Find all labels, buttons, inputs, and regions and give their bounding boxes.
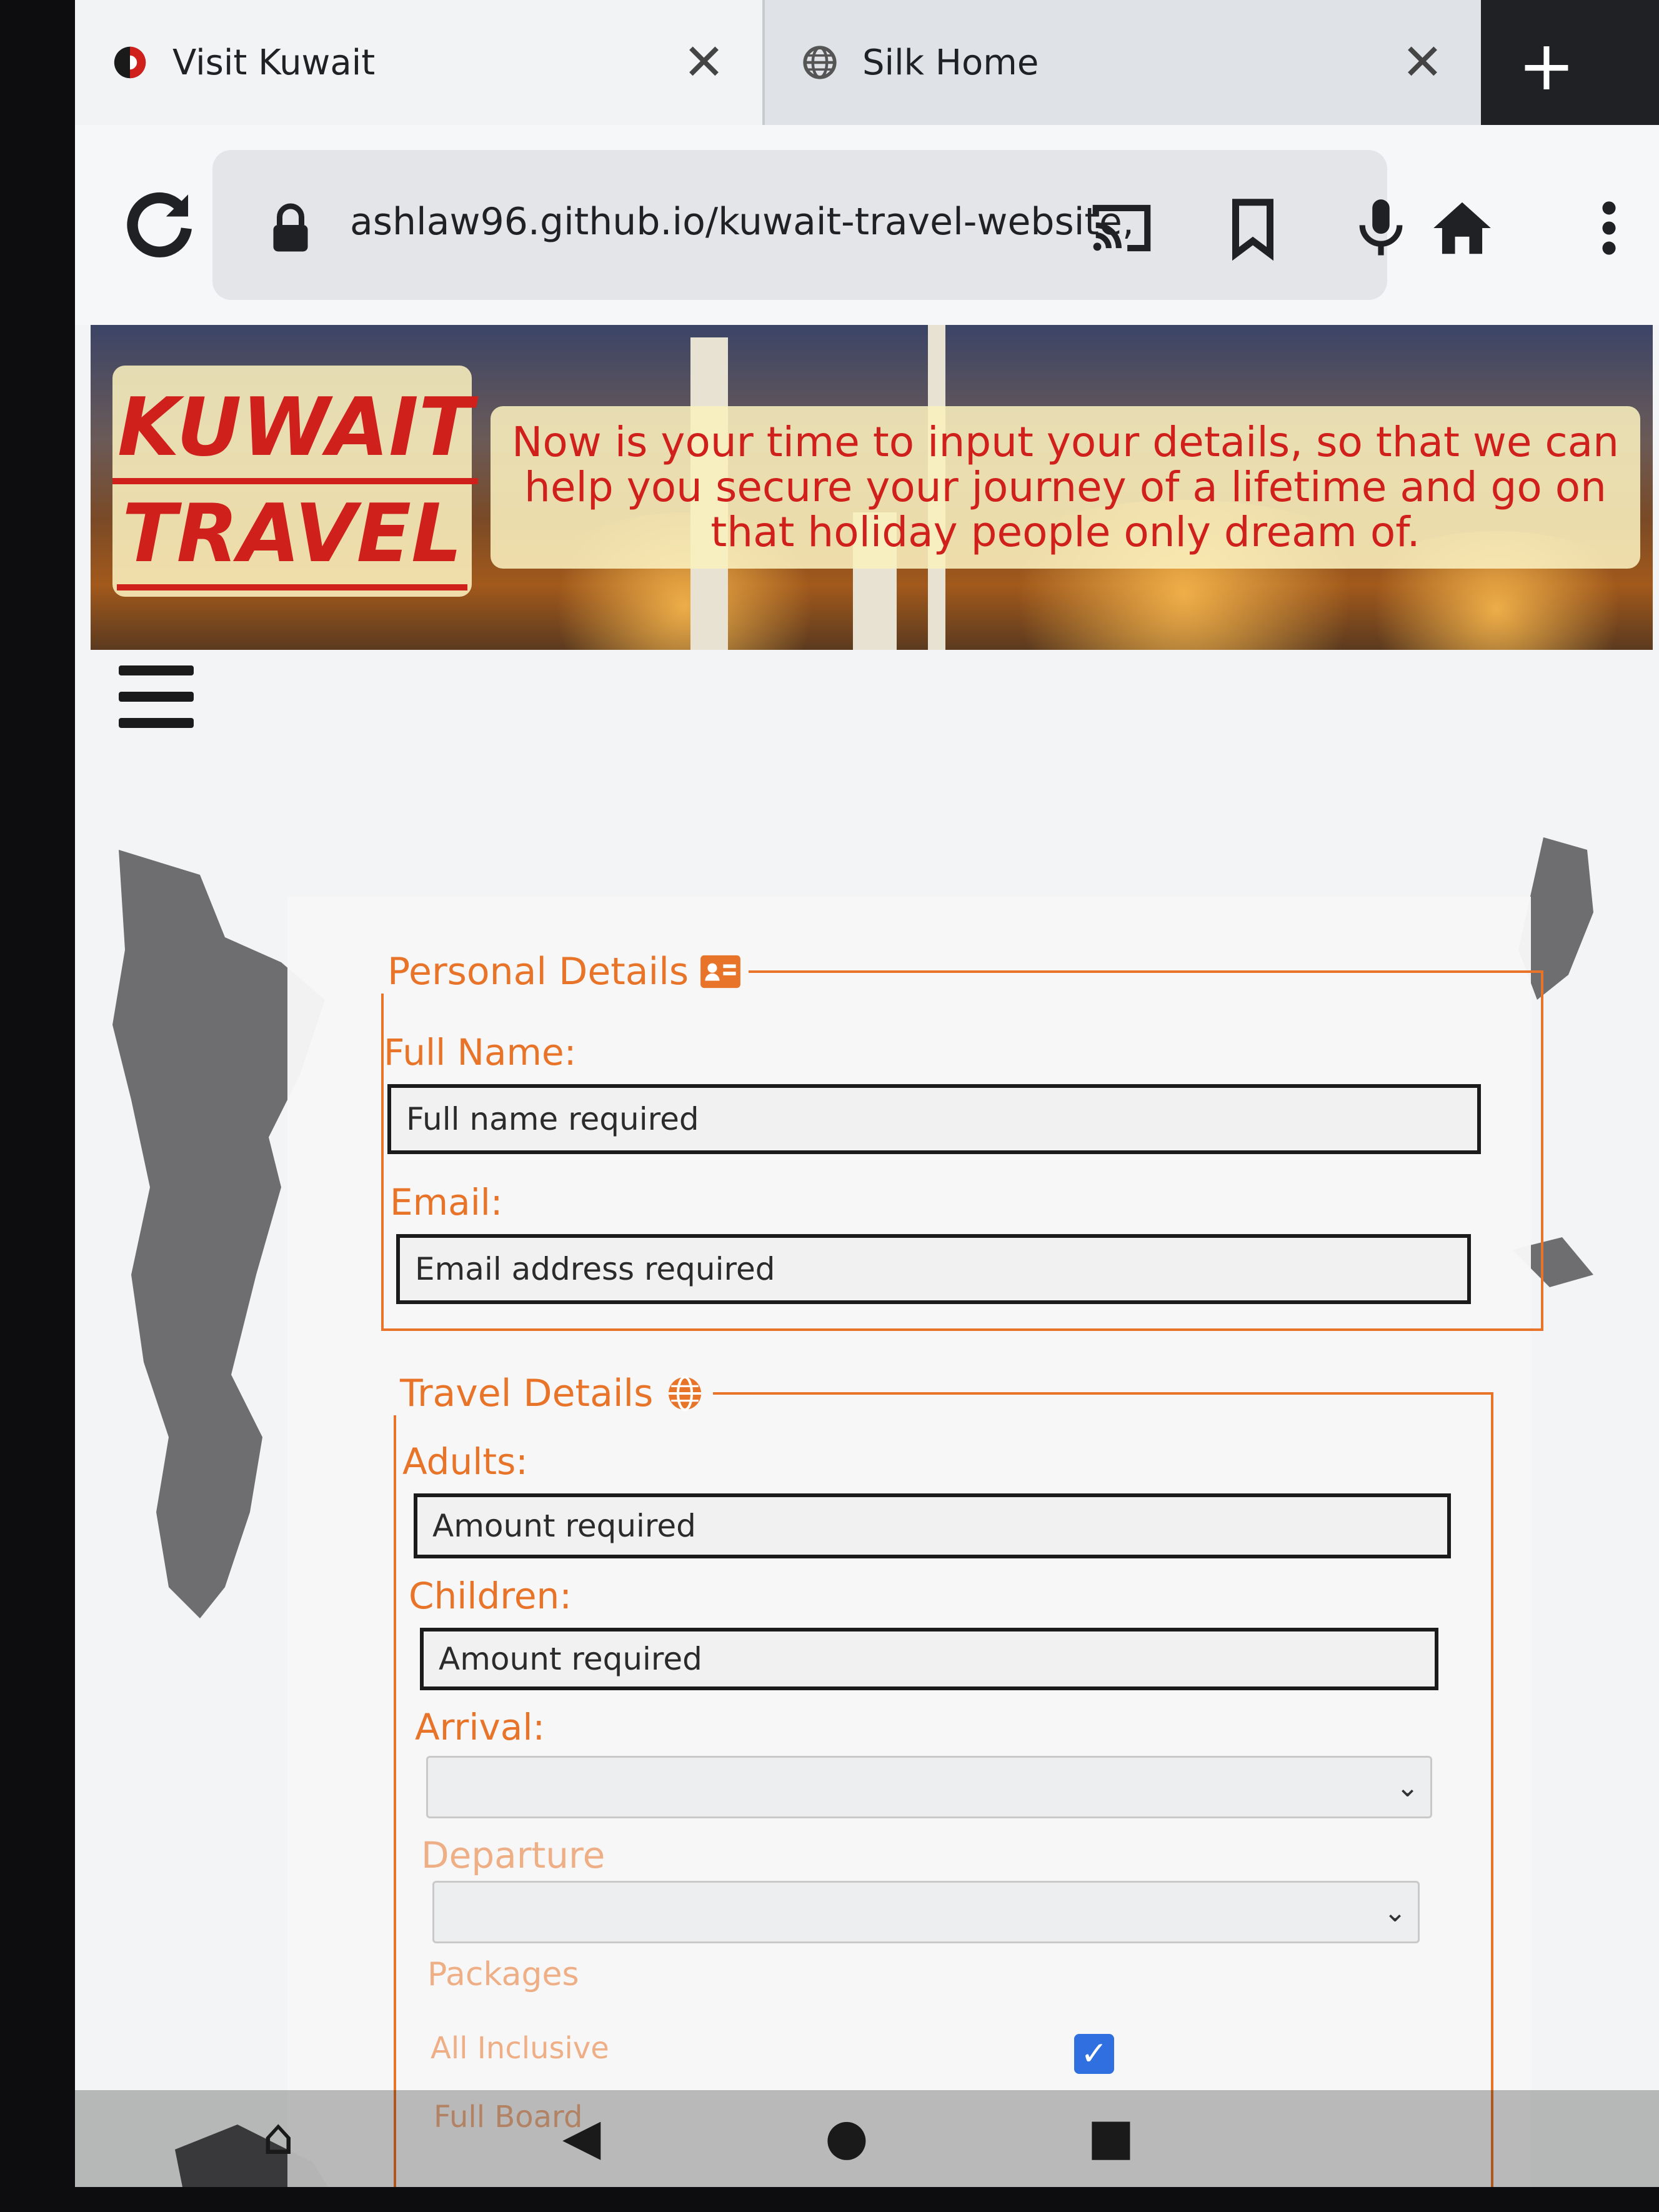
browser-toolbar: ashlaw96.github.io/kuwait-travel-website… [75, 125, 1659, 325]
arrival-label: Arrival: [415, 1706, 545, 1748]
home-icon[interactable] [1428, 194, 1497, 262]
arrival-select[interactable]: ⌄ [426, 1756, 1432, 1818]
children-label: Children: [409, 1575, 572, 1617]
site-logo[interactable]: KUWAIT TRAVEL [112, 366, 479, 597]
address-bar[interactable]: ashlaw96.github.io/kuwait-travel-website… [212, 150, 1403, 300]
all-inclusive-checkbox[interactable]: ✓ [1074, 2034, 1114, 2074]
kuwait-flag-icon [114, 46, 146, 79]
web-page: KUWAIT TRAVEL Now is your time to input … [75, 325, 1659, 2187]
home-button-icon[interactable]: ● [825, 2112, 869, 2162]
travel-details-title: Travel Details [400, 1372, 654, 1415]
accessibility-icon[interactable]: ⌂ [262, 2112, 294, 2162]
tab-strip: Visit Kuwait ✕ Silk Home ✕ + [75, 0, 1659, 125]
email-input[interactable]: Email address required [396, 1234, 1471, 1304]
travel-details-fieldset: Travel Details Adults: Amount required C… [394, 1372, 1493, 2187]
recents-icon[interactable]: ■ [1087, 2112, 1135, 2162]
tab-silk-home[interactable]: Silk Home ✕ [762, 0, 1481, 125]
url-text[interactable]: ashlaw96.github.io/kuwait-travel-website… [350, 200, 1162, 244]
globe-icon [669, 1375, 702, 1412]
chevron-down-icon: ⌄ [1396, 1771, 1419, 1803]
tab-title: Visit Kuwait [172, 42, 376, 83]
personal-details-fieldset: Personal Details Full Name: Full name re… [381, 950, 1543, 1331]
logo-line-travel: TRAVEL [117, 484, 467, 590]
tab-visit-kuwait[interactable]: Visit Kuwait ✕ [75, 0, 762, 125]
children-input[interactable]: Amount required [420, 1628, 1438, 1690]
close-tab-icon[interactable]: ✕ [1402, 37, 1443, 87]
id-card-icon [700, 955, 741, 989]
departure-label: Departure [421, 1834, 605, 1876]
hero-banner-image: KUWAIT TRAVEL Now is your time to input … [91, 325, 1653, 650]
microphone-icon[interactable] [1347, 194, 1415, 262]
full-name-input[interactable]: Full name required [387, 1084, 1481, 1154]
personal-details-title: Personal Details [387, 950, 689, 994]
personal-details-legend: Personal Details [381, 950, 749, 994]
bookmark-icon[interactable] [1218, 194, 1287, 262]
booking-form: Personal Details Full Name: Full name re… [287, 897, 1543, 2187]
cast-icon[interactable] [1087, 194, 1156, 262]
new-tab-button[interactable]: + [1500, 25, 1593, 106]
hamburger-menu-icon[interactable] [119, 665, 194, 734]
reload-icon[interactable] [119, 184, 200, 266]
adults-input[interactable]: Amount required [414, 1493, 1451, 1558]
hero-tagline: Now is your time to input your details, … [491, 406, 1640, 569]
device-screen: Visit Kuwait ✕ Silk Home ✕ + ashlaw96.gi… [75, 0, 1659, 2187]
adults-label: Adults: [402, 1440, 528, 1483]
back-icon[interactable]: ◀ [562, 2112, 601, 2162]
email-label: Email: [390, 1181, 503, 1223]
full-name-label: Full Name: [384, 1031, 577, 1074]
globe-icon [803, 46, 837, 79]
system-nav-bar: ⌂ ◀ ● ■ [75, 2090, 1659, 2187]
travel-details-legend: Travel Details [394, 1372, 713, 1415]
departure-select[interactable]: ⌄ [432, 1881, 1420, 1943]
lock-icon [273, 203, 308, 252]
more-vert-icon[interactable] [1575, 194, 1643, 262]
packages-label: Packages [427, 1956, 579, 1993]
tab-title: Silk Home [862, 42, 1039, 83]
logo-line-kuwait: KUWAIT [112, 378, 479, 484]
close-tab-icon[interactable]: ✕ [683, 37, 725, 87]
chevron-down-icon: ⌄ [1383, 1896, 1407, 1928]
all-inclusive-label: All Inclusive [431, 2031, 609, 2066]
